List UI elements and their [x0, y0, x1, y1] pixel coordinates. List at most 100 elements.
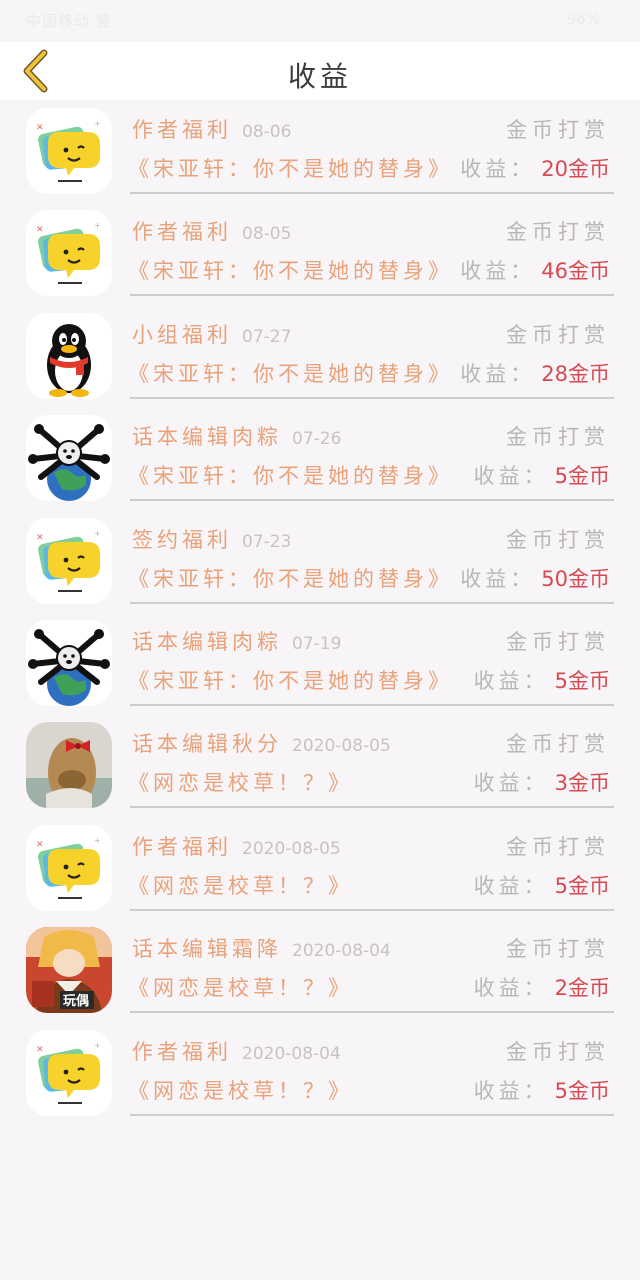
reward-type: 金币打赏 — [506, 732, 610, 757]
book-title: 《宋亚轩：你不是她的替身》 — [128, 668, 453, 693]
item-date: 2020-08-04 — [292, 941, 391, 962]
reward-type: 金币打赏 — [506, 834, 610, 859]
sender-name: 话本编辑霜降 — [132, 937, 282, 962]
income-label: 收益： — [473, 464, 549, 489]
list-item[interactable]: ✕ + 作者福利 2020-08-05 金币打赏 《网恋是校草！？》 收益： 5金币 — [0, 817, 640, 919]
chat-bubble-icon: ✕ + — [26, 210, 112, 297]
list-item[interactable]: ✕ + 作者福利 08-06 金币打赏 《宋亚轩：你不是她的替身》 收益： 20金币 — [0, 100, 640, 202]
list-item[interactable]: 话本编辑秋分 2020-08-05 金币打赏 《网恋是校草！？》 收益： 3金币 — [0, 714, 640, 816]
sender-name: 话本编辑秋分 — [132, 732, 282, 757]
income-label: 收益： — [460, 566, 536, 591]
globe-creature-icon — [26, 619, 112, 706]
anime-character-photo: 玩偶 — [26, 927, 112, 1014]
income: 收益： 2金币 — [474, 972, 610, 1002]
income: 收益： 5金币 — [474, 665, 610, 695]
sender-name: 作者福利 — [132, 118, 232, 142]
income: 收益： 46金币 — [460, 255, 610, 285]
avatar: 玩偶 — [26, 927, 112, 1014]
list-item[interactable]: 话本编辑肉粽 07-26 金币打赏 《宋亚轩：你不是她的替身》 收益： 5金币 — [0, 407, 640, 509]
svg-text:+: + — [94, 119, 101, 128]
list-item[interactable]: 玩偶 话本编辑霜降 2020-08-04 金币打赏 《网恋是校草！？》 收益： 2金… — [0, 919, 640, 1021]
divider — [130, 806, 614, 809]
svg-text:✕: ✕ — [36, 840, 44, 850]
chat-bubble-icon: ✕ + — [26, 1029, 112, 1116]
svg-text:✕: ✕ — [36, 123, 44, 133]
svg-text:✕: ✕ — [36, 225, 44, 235]
avatar: ✕ + — [26, 824, 112, 911]
avatar — [26, 415, 112, 502]
reward-type: 金币打赏 — [506, 937, 610, 962]
item-date: 07-23 — [242, 531, 292, 552]
reward-type: 金币打赏 — [506, 1039, 610, 1064]
divider — [130, 294, 614, 297]
sender-name: 作者福利 — [132, 834, 232, 859]
sender-name: 作者福利 — [132, 1039, 232, 1064]
chat-bubble-icon: ✕ + — [26, 108, 112, 194]
list-item[interactable]: ✕ + 作者福利 08-05 金币打赏 《宋亚轩：你不是她的替身》 收益： 46金币 — [0, 202, 640, 304]
svg-text:+: + — [94, 836, 101, 845]
income: 收益： 5金币 — [474, 870, 610, 900]
reward-type: 金币打赏 — [506, 629, 610, 654]
list-item[interactable]: 话本编辑肉粽 07-19 金币打赏 《宋亚轩：你不是她的替身》 收益： 5金币 — [0, 612, 640, 714]
chat-bubble-icon: ✕ + — [26, 517, 112, 604]
sender-name: 小组福利 — [132, 322, 232, 347]
income-list: ✕ + 作者福利 08-06 金币打赏 《宋亚轩：你不是她的替身》 收益： 20金币… — [0, 100, 640, 1124]
penguin-icon — [26, 312, 112, 399]
divider — [130, 192, 614, 194]
divider — [130, 1113, 614, 1116]
income-amount: 46金币 — [541, 259, 610, 284]
list-item[interactable]: ✕ + 签约福利 07-23 金币打赏 《宋亚轩：你不是她的替身》 收益： 50金币 — [0, 510, 640, 612]
income-label: 收益： — [460, 361, 536, 386]
avatar: ✕ + — [26, 517, 112, 604]
chat-bubble-icon: ✕ + — [26, 824, 112, 911]
book-title: 《网恋是校草！？》 — [128, 771, 353, 796]
sender-name: 签约福利 — [132, 527, 232, 552]
status-bar: 中国移动 警 96% — [0, 0, 640, 42]
income: 收益： 5金币 — [474, 1075, 610, 1105]
income: 收益： 5金币 — [474, 460, 610, 490]
item-date: 08-05 — [242, 224, 292, 245]
status-carrier: 中国移动 警 — [26, 12, 112, 30]
list-item[interactable]: 小组福利 07-27 金币打赏 《宋亚轩：你不是她的替身》 收益： 28金币 — [0, 305, 640, 407]
divider — [130, 499, 614, 502]
income-amount: 5金币 — [554, 464, 610, 489]
avatar: ✕ + — [26, 210, 112, 297]
income: 收益： 3金币 — [474, 767, 610, 797]
avatar — [26, 619, 112, 706]
avatar: ✕ + — [26, 1029, 112, 1116]
status-battery: 96% — [566, 10, 600, 28]
item-date: 07-19 — [292, 633, 342, 654]
income-label: 收益： — [473, 668, 549, 693]
svg-text:✕: ✕ — [36, 533, 44, 543]
book-title: 《网恋是校草！？》 — [128, 976, 353, 1001]
list-item[interactable]: ✕ + 作者福利 2020-08-04 金币打赏 《网恋是校草！？》 收益： 5金币 — [0, 1022, 640, 1124]
divider — [130, 601, 614, 604]
svg-text:✕: ✕ — [36, 1045, 44, 1055]
reward-type: 金币打赏 — [506, 322, 610, 347]
income-amount: 5金币 — [554, 668, 610, 693]
income-amount: 5金币 — [554, 1078, 610, 1103]
page-title: 收益 — [287, 60, 352, 93]
svg-text:+: + — [94, 1041, 101, 1050]
book-title: 《宋亚轩：你不是她的替身》 — [128, 464, 453, 489]
avatar — [26, 722, 112, 809]
book-title: 《宋亚轩：你不是她的替身》 — [128, 566, 453, 591]
avatar: ✕ + — [26, 108, 112, 194]
globe-creature-icon — [26, 415, 112, 502]
income: 收益： 28金币 — [460, 358, 610, 388]
sender-name: 话本编辑肉粽 — [132, 425, 282, 450]
back-button[interactable] — [12, 48, 58, 94]
divider — [130, 703, 614, 706]
svg-text:玩偶: 玩偶 — [63, 993, 89, 1009]
reward-type: 金币打赏 — [506, 220, 610, 245]
divider — [130, 1011, 614, 1014]
sender-name: 作者福利 — [132, 220, 232, 245]
hair-bow-photo — [26, 722, 112, 809]
item-date: 07-26 — [292, 429, 342, 450]
item-date: 08-06 — [242, 122, 292, 142]
avatar — [26, 312, 112, 399]
income-label: 收益： — [460, 259, 536, 284]
income: 收益： 50金币 — [460, 563, 610, 593]
income-amount: 3金币 — [554, 771, 610, 796]
book-title: 《宋亚轩：你不是她的替身》 — [128, 361, 453, 386]
